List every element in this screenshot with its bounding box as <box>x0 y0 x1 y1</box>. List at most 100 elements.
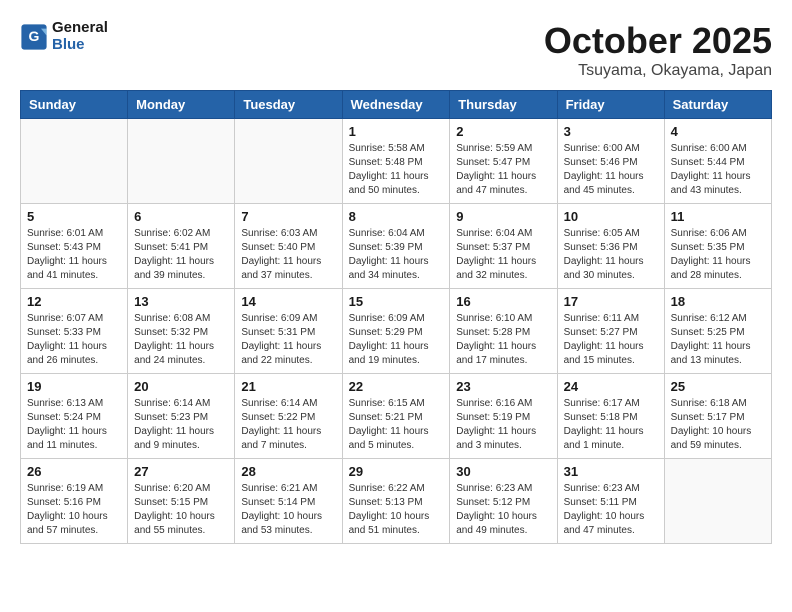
day-number: 29 <box>349 464 444 479</box>
day-number: 30 <box>456 464 550 479</box>
calendar-cell: 22 Sunrise: 6:15 AM Sunset: 5:21 PM Dayli… <box>342 374 450 459</box>
day-info: Sunrise: 5:58 AM Sunset: 5:48 PM Dayligh… <box>349 142 444 198</box>
day-info: Sunrise: 6:21 AM Sunset: 5:14 PM Dayligh… <box>241 482 335 538</box>
day-info: Sunrise: 6:09 AM Sunset: 5:29 PM Dayligh… <box>349 312 444 368</box>
day-info: Sunrise: 6:03 AM Sunset: 5:40 PM Dayligh… <box>241 227 335 283</box>
day-number: 5 <box>27 209 121 224</box>
calendar-cell: 12 Sunrise: 6:07 AM Sunset: 5:33 PM Dayli… <box>21 289 128 374</box>
svg-text:G: G <box>29 28 40 44</box>
day-number: 21 <box>241 379 335 394</box>
calendar-cell: 26 Sunrise: 6:19 AM Sunset: 5:16 PM Dayli… <box>21 459 128 544</box>
day-info: Sunrise: 5:59 AM Sunset: 5:47 PM Dayligh… <box>456 142 550 198</box>
weekday-header-sunday: Sunday <box>21 91 128 119</box>
calendar-cell: 18Sunrise: 6:12 AM Sunset: 5:25 PM Dayli… <box>664 289 771 374</box>
day-info: Sunrise: 6:23 AM Sunset: 5:11 PM Dayligh… <box>564 482 658 538</box>
calendar-cell: 2 Sunrise: 5:59 AM Sunset: 5:47 PM Daylig… <box>450 119 557 204</box>
day-info: Sunrise: 6:09 AM Sunset: 5:31 PM Dayligh… <box>241 312 335 368</box>
weekday-header-saturday: Saturday <box>664 91 771 119</box>
day-number: 7 <box>241 209 335 224</box>
calendar-cell: 6Sunrise: 6:02 AM Sunset: 5:41 PM Daylig… <box>128 204 235 289</box>
day-number: 27 <box>134 464 228 479</box>
calendar-cell <box>128 119 235 204</box>
week-row-2: 5 Sunrise: 6:01 AM Sunset: 5:43 PM Daylig… <box>21 204 772 289</box>
day-number: 23 <box>456 379 550 394</box>
day-info: Sunrise: 6:19 AM Sunset: 5:16 PM Dayligh… <box>27 482 121 538</box>
calendar-cell: 7 Sunrise: 6:03 AM Sunset: 5:40 PM Daylig… <box>235 204 342 289</box>
calendar-cell <box>21 119 128 204</box>
day-info: Sunrise: 6:08 AM Sunset: 5:32 PM Dayligh… <box>134 312 228 368</box>
calendar-cell: 14 Sunrise: 6:09 AM Sunset: 5:31 PM Dayli… <box>235 289 342 374</box>
calendar-cell: 1Sunrise: 5:58 AM Sunset: 5:48 PM Daylig… <box>342 119 450 204</box>
day-info: Sunrise: 6:12 AM Sunset: 5:25 PM Dayligh… <box>671 312 765 368</box>
day-number: 9 <box>456 209 550 224</box>
week-row-4: 19 Sunrise: 6:13 AM Sunset: 5:24 PM Dayli… <box>21 374 772 459</box>
day-info: Sunrise: 6:07 AM Sunset: 5:33 PM Dayligh… <box>27 312 121 368</box>
day-info: Sunrise: 6:18 AM Sunset: 5:17 PM Dayligh… <box>671 397 765 453</box>
day-info: Sunrise: 6:23 AM Sunset: 5:12 PM Dayligh… <box>456 482 550 538</box>
calendar-cell: 16 Sunrise: 6:10 AM Sunset: 5:28 PM Dayli… <box>450 289 557 374</box>
day-info: Sunrise: 6:16 AM Sunset: 5:19 PM Dayligh… <box>456 397 550 453</box>
calendar-cell: 13 Sunrise: 6:08 AM Sunset: 5:32 PM Dayli… <box>128 289 235 374</box>
header: G General Blue October 2025 Tsuyama, Oka… <box>20 20 772 80</box>
day-info: Sunrise: 6:17 AM Sunset: 5:18 PM Dayligh… <box>564 397 658 453</box>
day-number: 26 <box>27 464 121 479</box>
calendar-cell: 21 Sunrise: 6:14 AM Sunset: 5:22 PM Dayli… <box>235 374 342 459</box>
calendar-cell: 17Sunrise: 6:11 AM Sunset: 5:27 PM Dayli… <box>557 289 664 374</box>
calendar-cell: 19 Sunrise: 6:13 AM Sunset: 5:24 PM Dayli… <box>21 374 128 459</box>
day-info: Sunrise: 6:02 AM Sunset: 5:41 PM Dayligh… <box>134 227 228 283</box>
day-info: Sunrise: 6:10 AM Sunset: 5:28 PM Dayligh… <box>456 312 550 368</box>
calendar-cell: 23 Sunrise: 6:16 AM Sunset: 5:19 PM Dayli… <box>450 374 557 459</box>
day-info: Sunrise: 6:04 AM Sunset: 5:39 PM Dayligh… <box>349 227 444 283</box>
calendar-cell: 15 Sunrise: 6:09 AM Sunset: 5:29 PM Dayli… <box>342 289 450 374</box>
calendar-cell: 5 Sunrise: 6:01 AM Sunset: 5:43 PM Daylig… <box>21 204 128 289</box>
day-number: 25 <box>671 379 765 394</box>
location-title: Tsuyama, Okayama, Japan <box>544 62 772 80</box>
day-number: 3 <box>564 124 658 139</box>
week-row-5: 26 Sunrise: 6:19 AM Sunset: 5:16 PM Dayli… <box>21 459 772 544</box>
day-number: 22 <box>349 379 444 394</box>
day-number: 19 <box>27 379 121 394</box>
day-info: Sunrise: 6:00 AM Sunset: 5:46 PM Dayligh… <box>564 142 658 198</box>
calendar-cell: 28 Sunrise: 6:21 AM Sunset: 5:14 PM Dayli… <box>235 459 342 544</box>
calendar-cell: 29Sunrise: 6:22 AM Sunset: 5:13 PM Dayli… <box>342 459 450 544</box>
day-info: Sunrise: 6:01 AM Sunset: 5:43 PM Dayligh… <box>27 227 121 283</box>
calendar-cell: 25 Sunrise: 6:18 AM Sunset: 5:17 PM Dayli… <box>664 374 771 459</box>
month-title: October 2025 <box>544 20 772 62</box>
calendar-cell: 8 Sunrise: 6:04 AM Sunset: 5:39 PM Daylig… <box>342 204 450 289</box>
day-number: 16 <box>456 294 550 309</box>
day-info: Sunrise: 6:00 AM Sunset: 5:44 PM Dayligh… <box>671 142 765 198</box>
weekday-header-row: SundayMondayTuesdayWednesdayThursdayFrid… <box>21 91 772 119</box>
title-area: October 2025 Tsuyama, Okayama, Japan <box>544 20 772 80</box>
logo: G General Blue <box>20 20 108 53</box>
day-info: Sunrise: 6:14 AM Sunset: 5:22 PM Dayligh… <box>241 397 335 453</box>
day-number: 15 <box>349 294 444 309</box>
calendar-cell: 20Sunrise: 6:14 AM Sunset: 5:23 PM Dayli… <box>128 374 235 459</box>
day-info: Sunrise: 6:13 AM Sunset: 5:24 PM Dayligh… <box>27 397 121 453</box>
calendar-table: SundayMondayTuesdayWednesdayThursdayFrid… <box>20 90 772 544</box>
day-number: 24 <box>564 379 658 394</box>
calendar-cell <box>235 119 342 204</box>
logo-text-line2: Blue <box>52 37 108 54</box>
day-number: 12 <box>27 294 121 309</box>
weekday-header-friday: Friday <box>557 91 664 119</box>
day-info: Sunrise: 6:05 AM Sunset: 5:36 PM Dayligh… <box>564 227 658 283</box>
calendar-cell: 9Sunrise: 6:04 AM Sunset: 5:37 PM Daylig… <box>450 204 557 289</box>
day-info: Sunrise: 6:15 AM Sunset: 5:21 PM Dayligh… <box>349 397 444 453</box>
calendar-cell: 11Sunrise: 6:06 AM Sunset: 5:35 PM Dayli… <box>664 204 771 289</box>
day-number: 14 <box>241 294 335 309</box>
day-number: 2 <box>456 124 550 139</box>
day-number: 10 <box>564 209 658 224</box>
day-info: Sunrise: 6:14 AM Sunset: 5:23 PM Dayligh… <box>134 397 228 453</box>
day-info: Sunrise: 6:11 AM Sunset: 5:27 PM Dayligh… <box>564 312 658 368</box>
weekday-header-tuesday: Tuesday <box>235 91 342 119</box>
week-row-1: 1Sunrise: 5:58 AM Sunset: 5:48 PM Daylig… <box>21 119 772 204</box>
day-number: 28 <box>241 464 335 479</box>
calendar-cell: 24 Sunrise: 6:17 AM Sunset: 5:18 PM Dayli… <box>557 374 664 459</box>
calendar-cell: 3 Sunrise: 6:00 AM Sunset: 5:46 PM Daylig… <box>557 119 664 204</box>
day-number: 13 <box>134 294 228 309</box>
week-row-3: 12 Sunrise: 6:07 AM Sunset: 5:33 PM Dayli… <box>21 289 772 374</box>
weekday-header-monday: Monday <box>128 91 235 119</box>
weekday-header-thursday: Thursday <box>450 91 557 119</box>
day-number: 11 <box>671 209 765 224</box>
day-number: 8 <box>349 209 444 224</box>
